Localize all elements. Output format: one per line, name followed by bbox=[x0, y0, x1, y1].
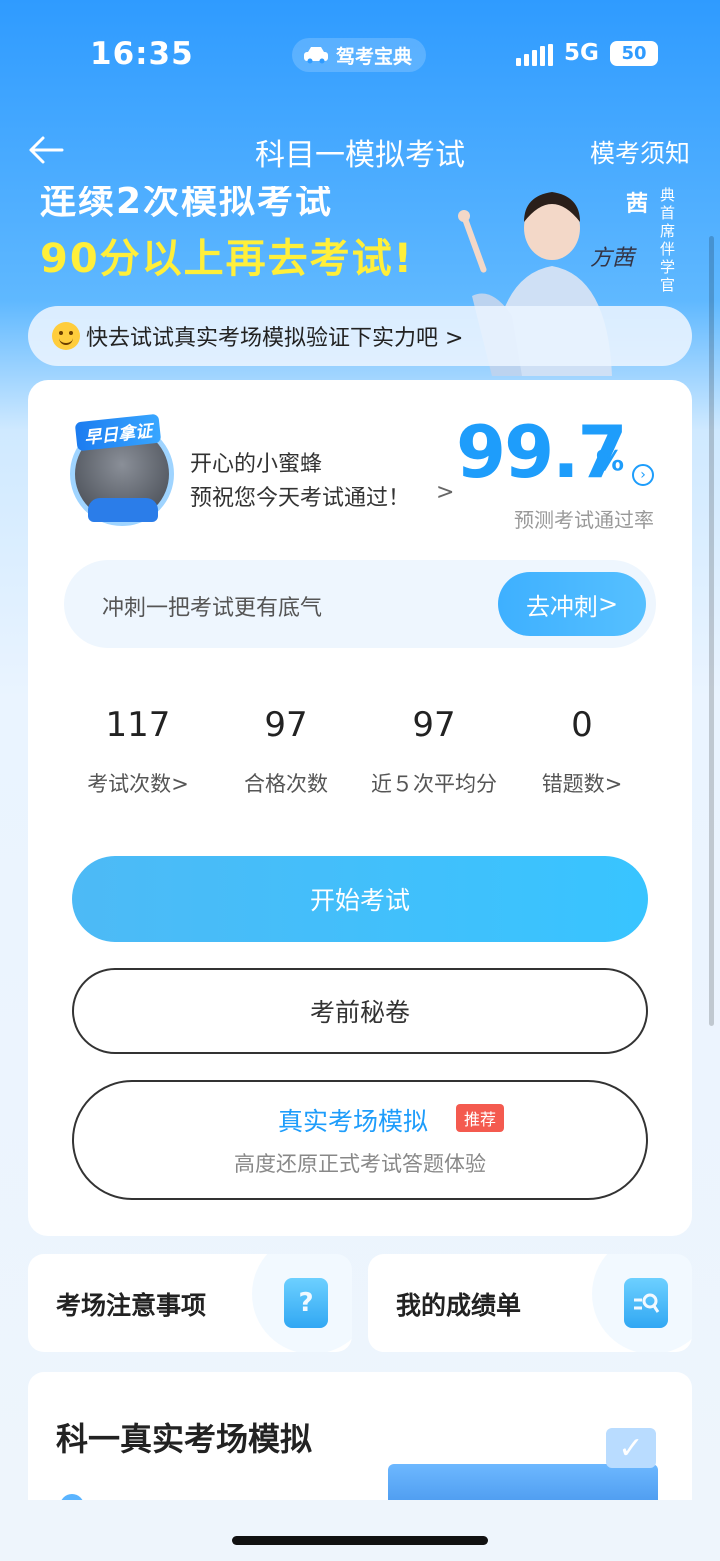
chevron-right-icon[interactable]: > bbox=[436, 480, 454, 505]
my-report-tile[interactable]: 我的成绩单 bbox=[368, 1254, 692, 1352]
active-app-pill[interactable]: 驾考宝典 bbox=[292, 38, 427, 72]
network-type: 5G bbox=[564, 40, 599, 66]
smile-icon bbox=[52, 322, 80, 350]
app-name: 驾考宝典 bbox=[336, 45, 413, 68]
exam-summary-card: 早日拿证 开心的小蜜蜂 预祝您今天考试通过！ > 99.7 % › 预测考试通过… bbox=[28, 380, 692, 1236]
stat-exam-count[interactable]: 117 考试次数> bbox=[64, 700, 212, 810]
exam-screen-illustration bbox=[388, 1464, 658, 1502]
exam-notes-tile[interactable]: 考场注意事项 ? bbox=[28, 1254, 352, 1352]
stat-pass-count: 97 合格次数 bbox=[212, 700, 360, 810]
real-exam-tip-bar[interactable]: 快去试试真实考场模拟验证下实力吧 > bbox=[28, 306, 692, 366]
nav-bar: 科目一模拟考试 模考须知 bbox=[0, 118, 720, 182]
tutor-signature: 方茜 bbox=[590, 246, 635, 271]
scrollbar[interactable] bbox=[709, 236, 714, 1026]
stat-value: 0 bbox=[571, 705, 593, 745]
pre-exam-secret-button[interactable]: 考前秘卷 bbox=[72, 968, 648, 1054]
sprint-bar: 冲刺一把考试更有底气 去冲刺 > bbox=[64, 560, 656, 648]
battery-icon: 50 bbox=[610, 41, 658, 66]
real-exam-section: 科一真实考场模拟 ✓ bbox=[28, 1372, 692, 1502]
status-bar: 16:35 驾考宝典 5G 50 bbox=[0, 0, 720, 100]
stat-value: 97 bbox=[264, 705, 308, 745]
home-indicator[interactable] bbox=[232, 1536, 488, 1545]
tile-label: 我的成绩单 bbox=[396, 1291, 522, 1320]
start-exam-button[interactable]: 开始考试 bbox=[72, 856, 648, 942]
banner-subheadline: 90分以上再去考试! bbox=[40, 236, 414, 282]
chevron-right-icon: > bbox=[597, 590, 619, 618]
question-icon: ? bbox=[284, 1278, 328, 1328]
sprint-button[interactable]: 去冲刺 > bbox=[498, 572, 646, 636]
search-doc-icon bbox=[624, 1278, 668, 1328]
sprint-button-label: 去冲刺 bbox=[525, 592, 598, 621]
sprint-text: 冲刺一把考试更有底气 bbox=[102, 596, 323, 621]
stat-label: 错题数 bbox=[541, 772, 605, 796]
signal-icon bbox=[516, 44, 553, 66]
status-time: 16:35 bbox=[90, 36, 194, 72]
bottom-safe-area bbox=[0, 1500, 720, 1561]
pass-rate-unit: % bbox=[596, 444, 625, 477]
stat-label: 合格次数 bbox=[244, 772, 328, 796]
tile-label: 考场注意事项 bbox=[56, 1291, 207, 1320]
real-exam-title: 真实考场模拟 bbox=[278, 1107, 429, 1136]
section-title: 科一真实考场模拟 bbox=[56, 1420, 313, 1458]
car-icon bbox=[302, 46, 330, 64]
stat-label: 近５次平均分 bbox=[371, 772, 497, 796]
exam-notes-link[interactable]: 模考须知 bbox=[590, 134, 690, 170]
chevron-circle-icon[interactable]: › bbox=[632, 464, 654, 486]
stat-average-score: 97 近５次平均分 bbox=[360, 700, 508, 810]
check-icon: ✓ bbox=[606, 1428, 656, 1468]
car-icon bbox=[88, 498, 158, 522]
stat-value: 117 bbox=[105, 705, 171, 745]
recommend-badge: 推荐 bbox=[456, 1104, 505, 1132]
pass-rate-label: 预测考试通过率 bbox=[514, 508, 654, 532]
real-exam-simulation-button[interactable]: 真实考场模拟 推荐 高度还原正式考试答题体验 bbox=[72, 1080, 648, 1200]
tutor-name: 茜 bbox=[626, 192, 649, 217]
tutor-title: 典首席伴学官 bbox=[660, 186, 676, 294]
wish-text[interactable]: 预祝您今天考试通过！ bbox=[190, 480, 410, 512]
banner-headline: 连续2次模拟考试 bbox=[40, 186, 334, 222]
stat-label: 考试次数 bbox=[87, 772, 172, 796]
chevron-right-icon: > bbox=[171, 772, 189, 796]
chevron-right-icon: > bbox=[604, 772, 623, 796]
stat-value: 97 bbox=[412, 705, 456, 745]
stats-row: 117 考试次数> 97 合格次数 97 近５次平均分 0 错题数> bbox=[64, 700, 656, 810]
real-exam-subtitle: 高度还原正式考试答题体验 bbox=[234, 1152, 486, 1176]
stat-wrong-count[interactable]: 0 错题数> bbox=[508, 700, 656, 810]
user-nickname: 开心的小蜜蜂 bbox=[190, 452, 323, 477]
tip-text: 快去试试真实考场模拟验证下实力吧 > bbox=[86, 326, 464, 351]
